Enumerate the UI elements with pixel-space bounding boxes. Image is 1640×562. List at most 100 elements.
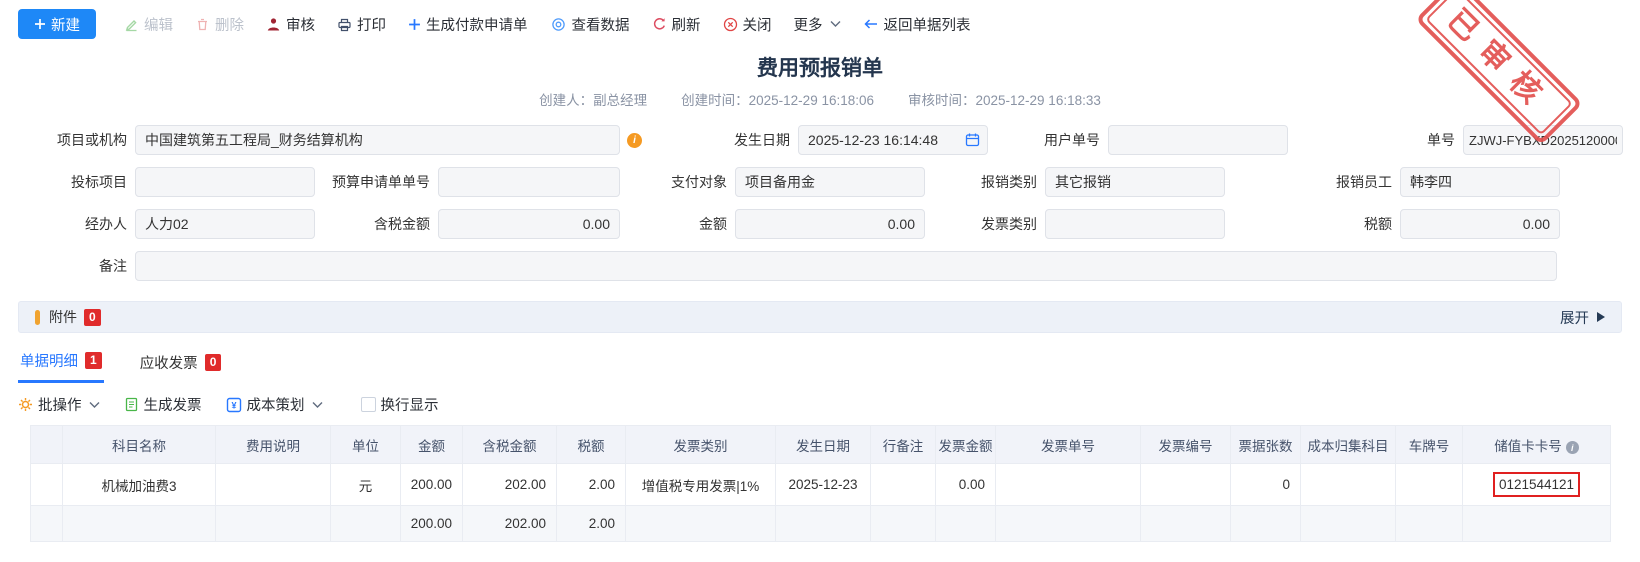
view-data-label: 查看数据 — [572, 14, 630, 35]
occur-date-input[interactable] — [798, 125, 988, 155]
reimburse-type-input[interactable] — [1045, 167, 1225, 197]
trash-icon — [195, 17, 210, 32]
calendar-icon[interactable] — [965, 132, 980, 147]
cell-row-remark[interactable] — [871, 464, 936, 506]
cell-note-count[interactable]: 0 — [1231, 464, 1301, 506]
cell-subject-name[interactable]: 机械加油费3 — [63, 464, 216, 506]
cell-plate-no[interactable] — [1396, 464, 1463, 506]
tab-document-detail[interactable]: 单据明细 1 — [18, 348, 104, 383]
summary-empty — [626, 506, 776, 542]
tax-input[interactable] — [1400, 209, 1560, 239]
col-selector — [31, 426, 63, 464]
col-invoice-code: 发票编号 — [1141, 426, 1231, 464]
cell-tax[interactable]: 2.00 — [557, 464, 626, 506]
plus-icon — [408, 18, 421, 31]
audit-button[interactable]: 审核 — [266, 14, 315, 35]
handler-label: 经办人 — [18, 216, 135, 232]
amount-input[interactable] — [735, 209, 925, 239]
col-occur-date: 发生日期 — [776, 426, 871, 464]
wrap-display-checkbox[interactable] — [361, 397, 376, 412]
cell-cost-subject[interactable] — [1301, 464, 1396, 506]
generate-invoice-button[interactable]: 生成发票 — [124, 394, 202, 415]
cost-planning-button[interactable]: ¥ 成本策划 — [226, 394, 323, 415]
doc-no-label: 单号 — [1288, 132, 1463, 148]
col-invoice-no: 发票单号 — [996, 426, 1141, 464]
pay-target-input[interactable] — [735, 167, 925, 197]
document-icon — [124, 397, 139, 412]
more-button-label: 更多 — [794, 14, 823, 35]
new-button[interactable]: 新建 — [18, 9, 96, 39]
edit-button[interactable]: 编辑 — [124, 14, 173, 35]
tax-incl-amount-input[interactable] — [438, 209, 620, 239]
reimburse-type-label: 报销类别 — [925, 174, 1045, 190]
cell-stored-card-no[interactable]: 0121544121 — [1463, 464, 1611, 506]
pencil-icon — [124, 17, 139, 32]
arrow-left-icon — [863, 17, 879, 31]
info-icon[interactable]: i — [1566, 441, 1579, 454]
tab-receivable-invoice[interactable]: 应收发票 0 — [138, 348, 224, 383]
cell-invoice-code[interactable] — [1141, 464, 1231, 506]
reimburse-employee-input[interactable] — [1400, 167, 1560, 197]
delete-button[interactable]: 删除 — [195, 14, 244, 35]
back-to-list-label: 返回单据列表 — [884, 14, 971, 35]
summary-tax: 2.00 — [557, 506, 626, 542]
col-expense-desc: 费用说明 — [216, 426, 331, 464]
summary-empty — [871, 506, 936, 542]
pay-target-label: 支付对象 — [620, 174, 735, 190]
col-note-count: 票据张数 — [1231, 426, 1301, 464]
project-label: 项目或机构 — [18, 132, 135, 148]
refresh-button[interactable]: 刷新 — [652, 14, 701, 35]
cell-invoice-type[interactable]: 增值税专用发票|1% — [626, 464, 776, 506]
bid-project-input[interactable] — [135, 167, 315, 197]
summary-empty — [776, 506, 871, 542]
cell-selector[interactable] — [31, 464, 63, 506]
user-no-input[interactable] — [1108, 125, 1288, 155]
amount-label: 金额 — [620, 216, 735, 232]
form-row-3: 经办人 含税金额 金额 发票类别 税额 — [0, 209, 1640, 239]
close-button[interactable]: 关闭 — [723, 14, 772, 35]
generate-payment-button[interactable]: 生成付款申请单 — [408, 14, 528, 35]
form-row-2: 投标项目 预算申请单单号 支付对象 报销类别 报销员工 — [0, 167, 1640, 197]
handler-input[interactable] — [135, 209, 315, 239]
occur-date-field — [798, 125, 988, 155]
info-icon[interactable]: i — [627, 133, 642, 148]
print-button[interactable]: 打印 — [337, 14, 386, 35]
invoice-type-input[interactable] — [1045, 209, 1225, 239]
expand-button[interactable]: 展开 — [1560, 307, 1605, 328]
col-plate-no: 车牌号 — [1396, 426, 1463, 464]
form: 项目或机构 i 发生日期 用户单号 单号 投标项目 预算申请单单号 支付对象 报… — [0, 125, 1640, 281]
view-data-button[interactable]: 查看数据 — [550, 14, 630, 35]
batch-operation-button[interactable]: 批操作 — [18, 394, 100, 415]
project-input[interactable] — [135, 125, 620, 155]
section-marker-icon — [35, 310, 40, 325]
delete-button-label: 删除 — [215, 14, 244, 35]
summary-row: 200.00 202.00 2.00 — [31, 506, 1611, 542]
cell-expense-desc[interactable] — [216, 464, 331, 506]
refresh-icon — [652, 17, 667, 32]
eye-icon — [550, 17, 567, 32]
budget-no-input[interactable] — [438, 167, 620, 197]
triangle-right-icon — [1597, 312, 1605, 322]
col-invoice-amount: 发票金额 — [936, 426, 996, 464]
col-stored-card-no: 储值卡卡号i — [1463, 426, 1611, 464]
cell-unit[interactable]: 元 — [331, 464, 401, 506]
page-title: 费用预报销单 — [0, 52, 1640, 82]
edit-button-label: 编辑 — [144, 14, 173, 35]
col-subject-name: 科目名称 — [63, 426, 216, 464]
cell-invoice-amount[interactable]: 0.00 — [936, 464, 996, 506]
summary-empty — [936, 506, 996, 542]
chevron-down-icon — [89, 401, 100, 409]
cell-invoice-no[interactable] — [996, 464, 1141, 506]
more-button[interactable]: 更多 — [794, 14, 841, 35]
back-to-list-button[interactable]: 返回单据列表 — [863, 14, 971, 35]
chevron-down-icon — [830, 20, 841, 28]
new-button-label: 新建 — [51, 14, 80, 35]
cell-occur-date[interactable]: 2025-12-23 — [776, 464, 871, 506]
table-row[interactable]: 机械加油费3 元 200.00 202.00 2.00 增值税专用发票|1% 2… — [31, 464, 1611, 506]
cell-tax-incl-amount[interactable]: 202.00 — [463, 464, 557, 506]
col-invoice-type: 发票类别 — [626, 426, 776, 464]
wrap-display-option[interactable]: 换行显示 — [361, 394, 439, 415]
generate-invoice-label: 生成发票 — [144, 394, 202, 415]
remark-input[interactable] — [135, 251, 1557, 281]
cell-amount[interactable]: 200.00 — [401, 464, 463, 506]
